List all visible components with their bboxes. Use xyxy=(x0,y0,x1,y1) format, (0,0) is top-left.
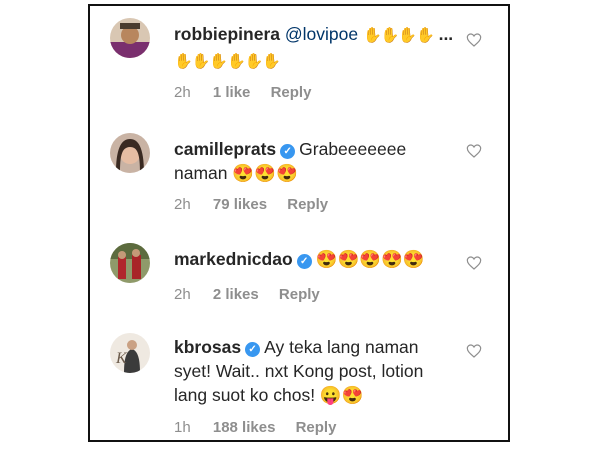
timestamp[interactable]: 2h xyxy=(174,196,191,213)
timestamp[interactable]: 1h xyxy=(174,419,191,436)
timestamp[interactable]: 2h xyxy=(174,286,191,303)
comment-text: camilleprats ✓ Grabeeeeeee naman 😍😍😍 xyxy=(174,137,464,185)
emoji-text: ✋✋✋✋✋✋ xyxy=(174,53,281,70)
comment-body: Ay teka lang naman xyxy=(264,337,419,357)
heart-outline-icon[interactable] xyxy=(466,255,482,271)
more-indicator[interactable]: ... xyxy=(439,24,454,44)
reply-button[interactable]: Reply xyxy=(296,419,337,436)
username[interactable]: robbiepinera xyxy=(174,24,280,44)
username[interactable]: camilleprats xyxy=(174,139,276,159)
comment-body: syet! Wait.. nxt Kong post, lotion xyxy=(174,361,424,381)
mention-link[interactable]: @lovipoe xyxy=(285,24,358,44)
reply-button[interactable]: Reply xyxy=(271,84,312,101)
likes-count[interactable]: 79 likes xyxy=(213,196,267,213)
username[interactable]: kbrosas xyxy=(174,337,241,357)
likes-count[interactable]: 2 likes xyxy=(213,286,259,303)
verified-badge-icon: ✓ xyxy=(296,254,312,269)
comment-body: 😍😍😍😍😍 xyxy=(315,249,425,269)
heart-outline-icon[interactable] xyxy=(466,343,482,359)
comment-meta: 2h 2 likes Reply xyxy=(174,286,336,303)
timestamp[interactable]: 2h xyxy=(174,84,191,101)
reply-button[interactable]: Reply xyxy=(287,196,328,213)
heart-outline-icon[interactable] xyxy=(466,32,482,48)
verified-badge-icon: ✓ xyxy=(280,144,296,159)
avatar[interactable] xyxy=(110,133,150,173)
avatar[interactable]: K xyxy=(110,333,150,373)
comment-meta: 2h 1 like Reply xyxy=(174,84,327,101)
comment-body: Grabeeeeeee xyxy=(299,139,407,159)
comment-body: lang suot ko chos! 😛😍 xyxy=(174,385,364,405)
comment-text: markednicdao ✓ 😍😍😍😍😍 xyxy=(174,247,464,271)
comment-text: kbrosas ✓ Ay teka lang naman syet! Wait.. … xyxy=(174,335,464,407)
svg-text:K: K xyxy=(115,350,128,367)
heart-outline-icon[interactable] xyxy=(466,143,482,159)
username[interactable]: markednicdao xyxy=(174,249,293,269)
verified-badge-icon: ✓ xyxy=(245,342,261,357)
comment-body: naman 😍😍😍 xyxy=(174,163,298,183)
likes-count[interactable]: 1 like xyxy=(213,84,251,101)
emoji-text: ✋✋✋✋ xyxy=(362,27,435,44)
reply-button[interactable]: Reply xyxy=(279,286,320,303)
comments-panel: robbiepinera @lovipoe ✋✋✋✋ ... ✋✋✋✋✋✋ 2h… xyxy=(88,4,510,442)
likes-count[interactable]: 188 likes xyxy=(213,419,276,436)
comment-text: robbiepinera @lovipoe ✋✋✋✋ ... ✋✋✋✋✋✋ xyxy=(174,22,464,74)
avatar[interactable] xyxy=(110,18,150,58)
avatar[interactable] xyxy=(110,243,150,283)
comment-meta: 1h 188 likes Reply xyxy=(174,419,352,436)
comment-meta: 2h 79 likes Reply xyxy=(174,196,344,213)
